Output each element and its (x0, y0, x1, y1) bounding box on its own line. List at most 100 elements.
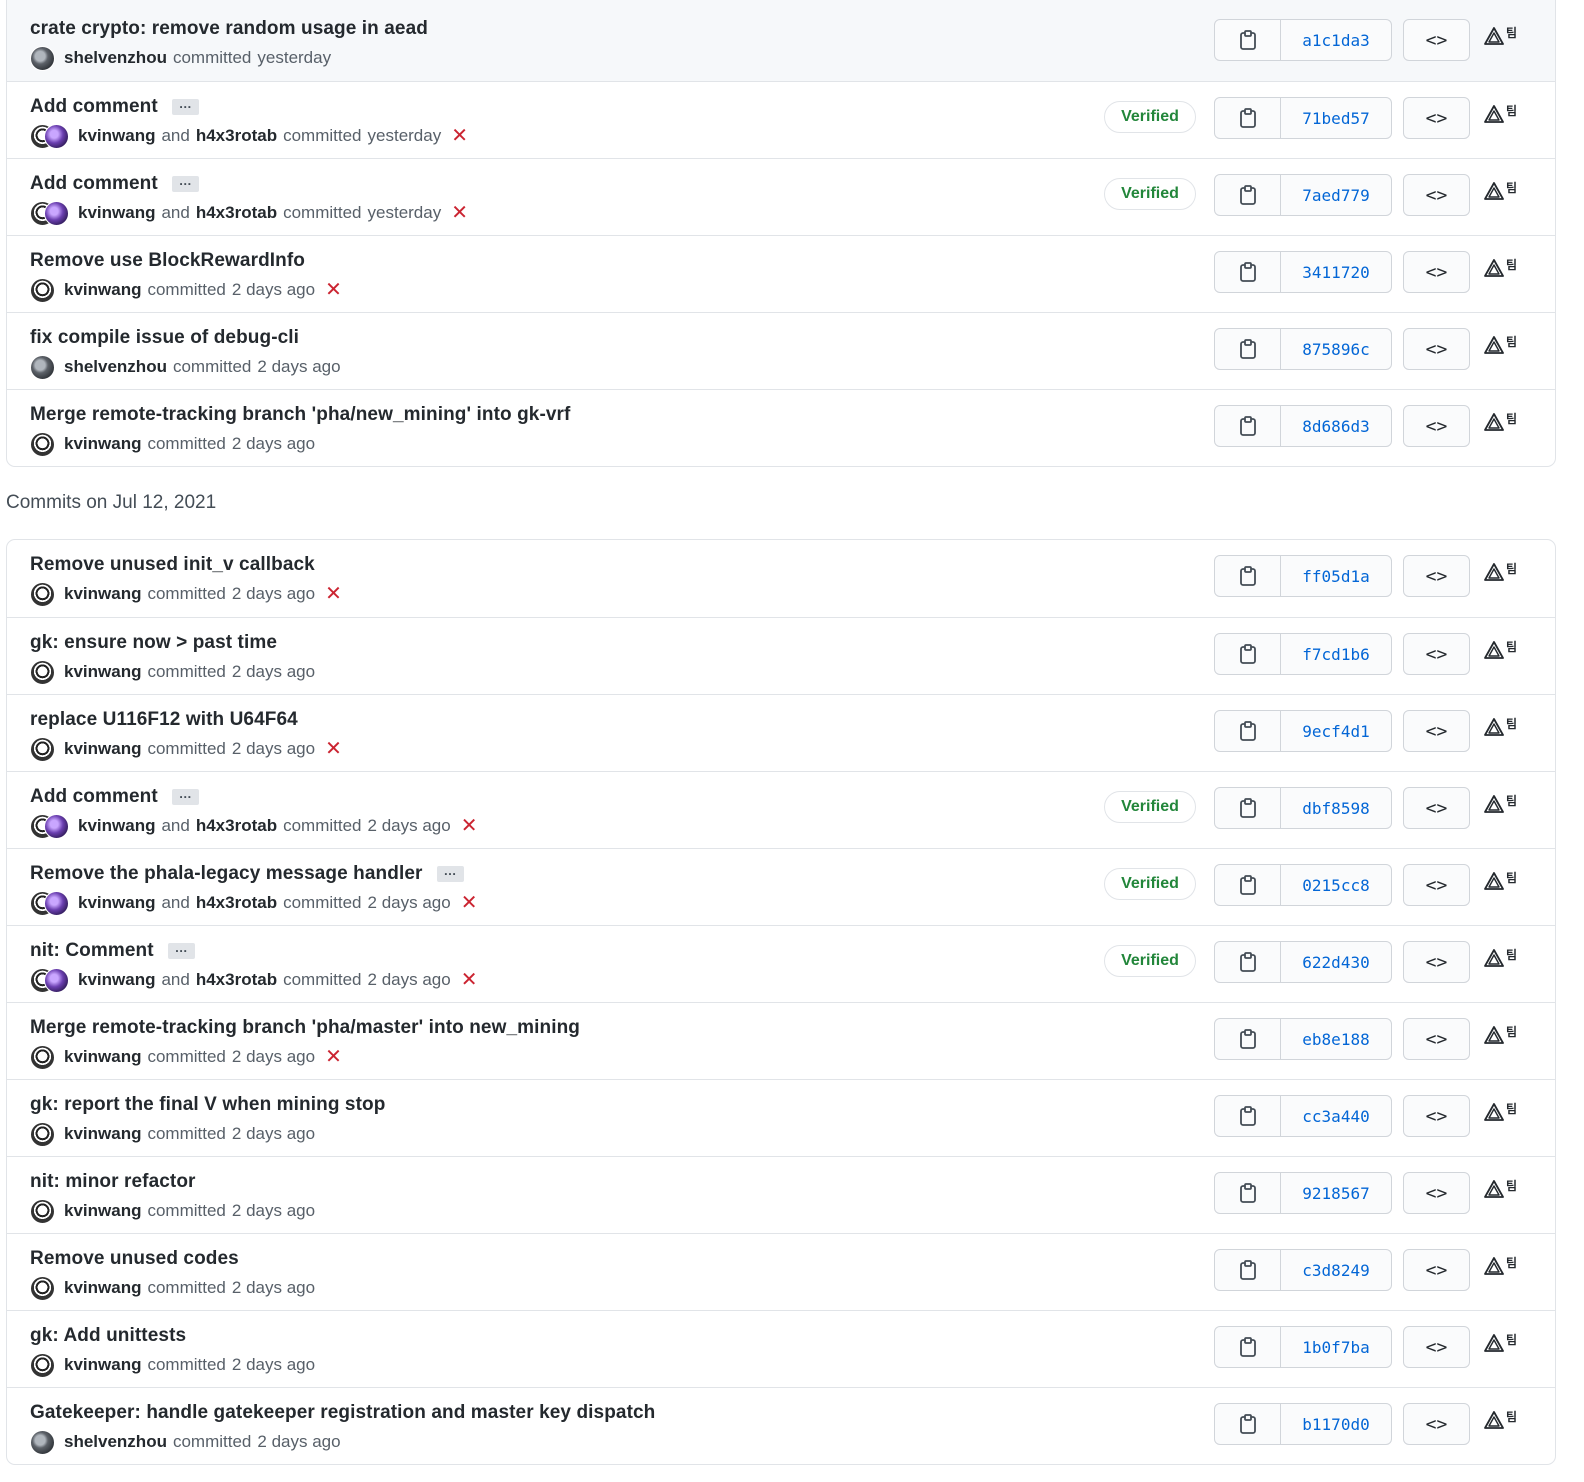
author-link[interactable]: kvinwang (64, 1355, 141, 1375)
commit-sha-link[interactable]: eb8e188 (1281, 1019, 1391, 1059)
external-check[interactable]: 팀 (1484, 335, 1517, 362)
commit-sha-link[interactable]: f7cd1b6 (1281, 634, 1391, 674)
commit-sha-link[interactable]: 9ecf4d1 (1281, 711, 1391, 751)
clipboard-icon[interactable] (1215, 634, 1281, 674)
clipboard-icon[interactable] (1215, 1327, 1281, 1367)
author-link[interactable]: kvinwang (78, 203, 155, 223)
commit-message-text[interactable]: Merge remote-tracking branch 'pha/new_mi… (30, 404, 570, 426)
commit-sha-link[interactable]: 8d686d3 (1281, 406, 1391, 446)
expand-message-button[interactable]: … (167, 941, 195, 959)
external-check[interactable]: 팀 (1484, 1333, 1517, 1360)
triangle-icon[interactable] (1484, 1334, 1504, 1357)
clipboard-icon[interactable] (1215, 20, 1281, 60)
author-link[interactable]: kvinwang (64, 1047, 141, 1067)
commit-message[interactable]: nit: minor refactor (30, 1171, 196, 1193)
commit-sha-link[interactable]: dbf8598 (1281, 788, 1391, 828)
commit-message[interactable]: Add comment… (30, 786, 199, 808)
commit-time[interactable]: 2 days ago (368, 970, 451, 990)
commit-message[interactable]: Add comment … (30, 173, 199, 195)
x-icon[interactable]: ✕ (325, 584, 342, 604)
author-link[interactable]: kvinwang (64, 662, 141, 682)
author-avatars[interactable] (30, 581, 55, 607)
x-icon[interactable]: ✕ (451, 203, 468, 223)
triangle-icon[interactable] (1484, 182, 1504, 205)
author-avatars[interactable] (30, 813, 69, 839)
author-link[interactable]: kvinwang (64, 1201, 141, 1221)
commit-message-text[interactable]: Merge remote-tracking branch 'pha/master… (30, 1017, 580, 1039)
external-check[interactable]: 팀 (1484, 181, 1517, 208)
commit-message-text[interactable]: gk: Add unittests (30, 1325, 186, 1347)
avatar[interactable] (44, 813, 69, 839)
commit-sha-link[interactable]: 9218567 (1281, 1173, 1391, 1213)
commit-time[interactable]: 2 days ago (232, 584, 315, 604)
x-icon[interactable]: ✕ (461, 893, 478, 913)
commit-message[interactable]: nit: Comment… (30, 940, 195, 962)
code-icon[interactable]: <> (1403, 1172, 1470, 1214)
commit-time[interactable]: 2 days ago (232, 434, 315, 454)
author-avatars[interactable] (30, 1352, 55, 1378)
commit-time[interactable]: 2 days ago (368, 816, 451, 836)
commit-message-text[interactable]: Remove the phala-legacy message handler (30, 863, 423, 885)
external-check[interactable]: 팀 (1484, 1102, 1517, 1129)
avatar[interactable] (30, 1429, 55, 1455)
triangle-icon[interactable] (1484, 336, 1504, 359)
code-icon[interactable]: <> (1403, 174, 1470, 216)
commit-message[interactable]: Remove unused init_v callback (30, 554, 315, 576)
commit-message-text[interactable]: fix compile issue of debug-cli (30, 327, 299, 349)
author-avatars[interactable] (30, 45, 55, 71)
avatar[interactable] (30, 581, 55, 607)
expand-message-button[interactable]: … (171, 787, 199, 805)
clipboard-icon[interactable] (1215, 556, 1281, 596)
code-icon[interactable]: <> (1403, 710, 1470, 752)
expand-message-button[interactable]: … (171, 174, 199, 192)
clipboard-icon[interactable] (1215, 788, 1281, 828)
author-avatars[interactable] (30, 1198, 55, 1224)
triangle-icon[interactable] (1484, 795, 1504, 818)
external-check[interactable]: 팀 (1484, 562, 1517, 589)
author-link[interactable]: kvinwang (64, 739, 141, 759)
clipboard-icon[interactable] (1215, 1404, 1281, 1444)
clipboard-icon[interactable] (1215, 252, 1281, 292)
commit-sha-link[interactable]: 71bed57 (1281, 98, 1391, 138)
triangle-icon[interactable] (1484, 872, 1504, 895)
commit-message-text[interactable]: gk: report the final V when mining stop (30, 1094, 385, 1116)
commit-message-text[interactable]: Remove unused codes (30, 1248, 239, 1270)
commit-message-text[interactable]: Remove unused init_v callback (30, 554, 315, 576)
commit-message[interactable]: Add comment… (30, 96, 199, 118)
avatar[interactable] (30, 45, 55, 71)
avatar[interactable] (30, 1121, 55, 1147)
commit-time[interactable]: yesterday (257, 48, 331, 68)
code-icon[interactable]: <> (1403, 864, 1470, 906)
commit-time[interactable]: 2 days ago (232, 739, 315, 759)
commit-message[interactable]: replace U116F12 with U64F64 (30, 709, 298, 731)
commit-time[interactable]: 2 days ago (257, 357, 340, 377)
author-link[interactable]: shelvenzhou (64, 357, 167, 377)
external-check[interactable]: 팀 (1484, 871, 1517, 898)
commit-message-text[interactable]: Add comment (30, 173, 158, 195)
triangle-icon[interactable] (1484, 563, 1504, 586)
avatar[interactable] (30, 431, 55, 457)
author-link[interactable]: kvinwang (78, 816, 155, 836)
x-icon[interactable]: ✕ (325, 1047, 342, 1067)
clipboard-icon[interactable] (1215, 406, 1281, 446)
commit-sha-link[interactable]: 1b0f7ba (1281, 1327, 1391, 1367)
commit-message-text[interactable]: Remove use BlockRewardInfo (30, 250, 305, 272)
commit-time[interactable]: yesterday (368, 203, 442, 223)
code-icon[interactable]: <> (1403, 1326, 1470, 1368)
code-icon[interactable]: <> (1403, 787, 1470, 829)
avatar[interactable] (30, 1352, 55, 1378)
author-link[interactable]: h4x3rotab (196, 970, 277, 990)
external-check[interactable]: 팀 (1484, 104, 1517, 131)
verified-badge[interactable]: Verified (1104, 791, 1196, 823)
clipboard-icon[interactable] (1215, 329, 1281, 369)
avatar[interactable] (44, 123, 69, 149)
commit-sha-link[interactable]: 875896c (1281, 329, 1391, 369)
triangle-icon[interactable] (1484, 27, 1504, 50)
code-icon[interactable]: <> (1403, 1403, 1470, 1445)
commit-message-text[interactable]: crate crypto: remove random usage in aea… (30, 18, 428, 40)
commit-time[interactable]: 2 days ago (368, 893, 451, 913)
author-avatars[interactable] (30, 200, 69, 226)
commit-message-text[interactable]: Gatekeeper: handle gatekeeper registrati… (30, 1402, 655, 1424)
clipboard-icon[interactable] (1215, 1173, 1281, 1213)
triangle-icon[interactable] (1484, 1026, 1504, 1049)
